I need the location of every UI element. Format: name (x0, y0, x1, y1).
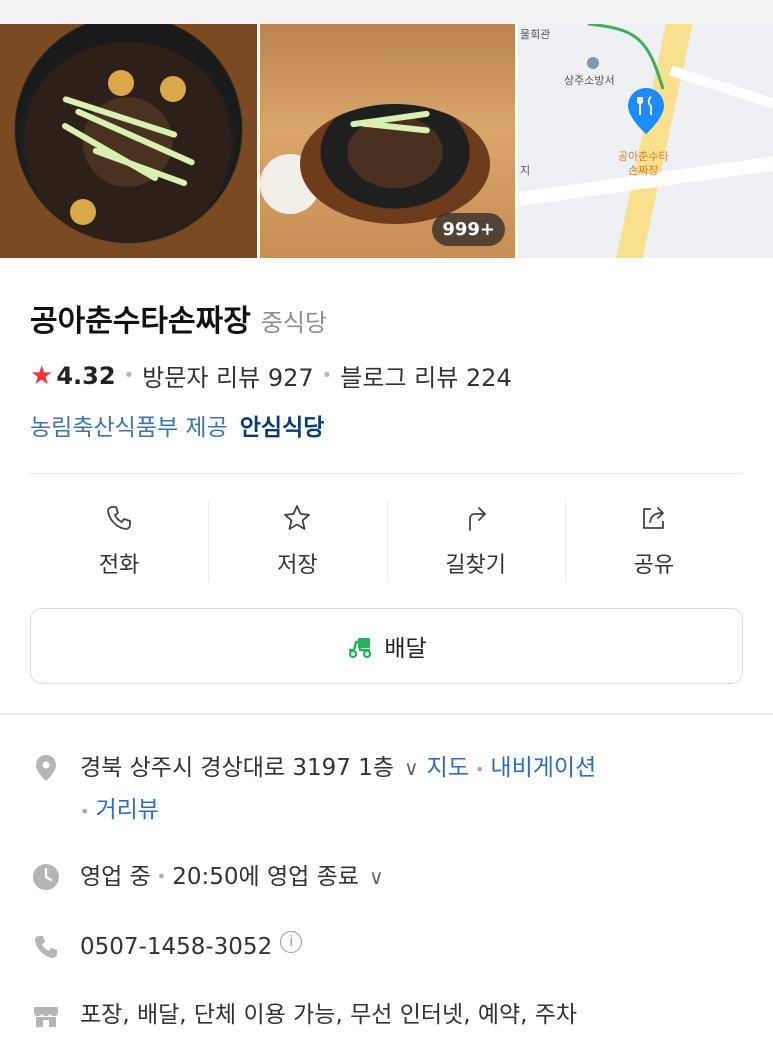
directions-icon (468, 507, 486, 531)
navigation-link[interactable]: 내비게이션 (490, 755, 596, 781)
action-bar: 전화 저장 길찾기 공유 (30, 498, 743, 584)
photo-thumbnail-2[interactable]: 999+ (260, 24, 515, 258)
map-pin-label-line: 손짜장 (628, 164, 659, 177)
map-road (669, 65, 773, 113)
map-label: 지 (520, 164, 531, 177)
call-button[interactable]: 전화 (30, 498, 208, 584)
info-icon[interactable]: i (280, 931, 303, 953)
phone-number[interactable]: 0507-1458-3052 (80, 931, 272, 963)
save-label: 저장 (277, 553, 318, 578)
rating-value: 4.32 (56, 361, 116, 390)
directions-label: 길찾기 (445, 553, 506, 578)
share-icon (642, 507, 664, 529)
place-category: 중식당 (260, 309, 328, 337)
review-stats: ★ 4.32 • 방문자 리뷰 927 • 블로그 리뷰 224 (30, 358, 512, 393)
address-text[interactable]: 경북 상주시 경상대로 3197 1층 (80, 755, 394, 781)
title-row: 공아춘수타손짜장 중식당 (30, 296, 327, 340)
phone-icon (35, 936, 57, 958)
section-divider (0, 713, 773, 715)
amenities-text: 포장, 배달, 단체 이용 가능, 무선 인터넷, 예약, 주차 (80, 1002, 578, 1028)
fire-station-icon (587, 57, 599, 69)
rating-star-icon: ★ (30, 360, 54, 391)
share-label: 공유 (633, 553, 675, 578)
location-pin-icon (36, 755, 56, 781)
separator-dot: • (321, 365, 333, 386)
photo-dish (300, 104, 490, 224)
restaurant-pin-icon[interactable] (628, 88, 664, 134)
visitor-reviews-link[interactable]: 방문자 리뷰 927 (142, 358, 313, 393)
delivery-label: 배달 (384, 636, 427, 662)
star-icon (284, 505, 311, 530)
share-button[interactable]: 공유 (564, 498, 743, 584)
hours-detail: 20:50에 영업 종료 (172, 864, 359, 890)
separator-dot: • (80, 802, 90, 821)
separator-dot: • (123, 365, 135, 386)
photo-gallery: 999+ 물회관 상주소방서 지 공아춘수타 손짜장 (0, 24, 773, 258)
blog-reviews-link[interactable]: 블로그 리뷰 224 (340, 358, 511, 393)
photo-thumbnail-1[interactable] (0, 24, 257, 258)
address-row: 경북 상주시 경상대로 3197 1층 ∨ 지도 • 내비게이션 • 거리뷰 (30, 748, 743, 832)
top-spacer (0, 0, 773, 24)
amenities-row: 포장, 배달, 단체 이용 가능, 무선 인터넷, 예약, 주차 (30, 999, 743, 1031)
save-button[interactable]: 저장 (208, 498, 386, 584)
provider-text: 농림축산식품부 제공 (30, 415, 228, 441)
map-link[interactable]: 지도 (427, 755, 469, 781)
directions-button[interactable]: 길찾기 (386, 498, 565, 584)
mini-map[interactable]: 물회관 상주소방서 지 공아춘수타 손짜장 (518, 24, 773, 258)
photo-detail (160, 76, 186, 102)
safe-restaurant-badge: 안심식당 (239, 415, 325, 441)
hours-status: 영업 중 (80, 864, 151, 890)
phone-row[interactable]: 0507-1458-3052 i (30, 931, 743, 963)
delivery-scooter-icon (349, 638, 372, 659)
place-name: 공아춘수타손짜장 (30, 304, 251, 339)
store-icon (34, 1007, 58, 1027)
clock-icon (33, 864, 59, 890)
photo-detail (108, 70, 134, 96)
delivery-button[interactable]: 배달 (30, 608, 743, 684)
map-label: 상주소방서 (564, 74, 615, 87)
street-view-link[interactable]: 거리뷰 (95, 797, 158, 823)
hours-row[interactable]: 영업 중 • 20:50에 영업 종료 ∨ (30, 861, 743, 893)
separator-dot: • (156, 867, 167, 886)
phone-icon (107, 506, 132, 530)
photo-detail (70, 199, 96, 225)
chevron-down-icon[interactable]: ∨ (404, 748, 419, 788)
address-text-block: 경북 상주시 경상대로 3197 1층 ∨ 지도 • 내비게이션 • 거리뷰 (80, 748, 596, 832)
map-pin-label: 공아춘수타 손짜장 (618, 150, 669, 178)
separator-dot: • (474, 760, 485, 779)
divider (30, 473, 743, 474)
map-label: 물회관 (520, 28, 551, 41)
photo-count-badge[interactable]: 999+ (432, 213, 505, 246)
chevron-down-icon[interactable]: ∨ (369, 861, 384, 893)
map-pin-label-line: 공아춘수타 (618, 150, 669, 163)
call-label: 전화 (98, 553, 140, 578)
safe-restaurant-row[interactable]: 농림축산식품부 제공 안심식당 (30, 408, 324, 442)
